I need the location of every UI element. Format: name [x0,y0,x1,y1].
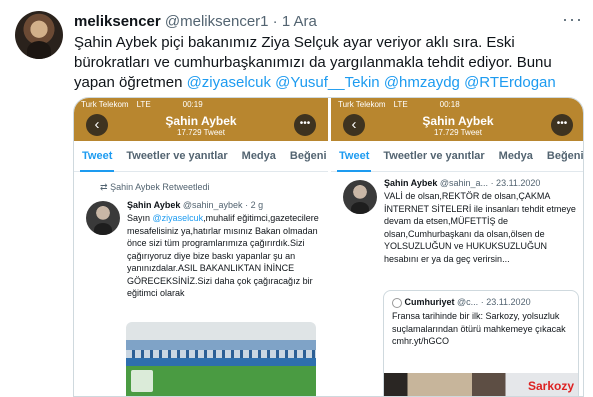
status-bar: Turk Telekom LTE 00:18 [331,98,583,111]
carrier-label: Turk Telekom [338,100,386,109]
profile-banner: ‹ Şahin Aybek 17.729 Tweet ••• [331,111,583,141]
tab-likes[interactable]: Beğeni [547,150,583,162]
tab-media[interactable]: Medya [242,150,276,162]
retweet-icon: ⇄ [100,182,108,192]
post-greeting: Sayın [127,213,153,223]
tweet-count: 17.729 Tweet [434,128,482,137]
tweet-header: meliksencer @meliksencer1 · 1 Ara [74,13,317,30]
quote-handle[interactable]: @c... [457,297,478,307]
post-handle[interactable]: @sahin_aybek [183,200,243,210]
display-name[interactable]: meliksencer [74,13,161,30]
tab-tweets-replies[interactable]: Tweetler ve yanıtlar [126,150,227,162]
tab-likes[interactable]: Beğeni [290,150,327,162]
profile-tabs: Tweet Tweetler ve yanıtlar Medya Beğeni [74,141,328,172]
post-avatar[interactable] [86,201,120,235]
post-header: Şahin Aybek @sahin_aybek · 2 g [127,200,263,210]
mention-ziyaselcuk[interactable]: @ziyaselcuk [187,74,271,91]
quote-date: · 23.11.2020 [480,297,531,307]
post-header: Şahin Aybek @sahin_a... · 23.11.2020 [384,178,540,188]
separator-dot: · [272,13,278,30]
mention-rterdogan[interactable]: @RTErdogan [464,74,556,91]
quote-text: Fransa tarihinde bir ilk: Sarkozy, yolsu… [392,311,566,346]
quote-header: Cumhuriyet @c... · 23.11.2020 [392,297,531,308]
status-bar: Turk Telekom LTE 00:19 [74,98,328,111]
post-text: Sayın @ziyaselcuk,muhalif eğitimci,gazet… [127,212,323,300]
profile-tabs: Tweet Tweetler ve yanıtlar Medya Beğeni [331,141,583,172]
tweet-text: Şahin Aybek piçi bakanımız Ziya Selçuk a… [74,33,584,93]
cumhuriyet-logo-icon [392,297,402,308]
tweet-media[interactable]: Turk Telekom LTE 00:19 ‹ Şahin Aybek 17.… [73,97,584,397]
screenshot-left[interactable]: Turk Telekom LTE 00:19 ‹ Şahin Aybek 17.… [74,98,328,396]
carrier-label: Turk Telekom [81,100,129,109]
back-arrow-icon[interactable]: ‹ [86,114,108,136]
tab-tweet[interactable]: Tweet [336,150,372,172]
post-author[interactable]: Şahin Aybek [127,200,180,210]
quoted-tweet[interactable]: Cumhuriyet @c... · 23.11.2020 Fransa tar… [383,290,579,396]
post-date: · 23.11.2020 [490,178,541,188]
post-image[interactable] [126,322,316,396]
tab-tweets-replies[interactable]: Tweetler ve yanıtlar [383,150,484,162]
clock-label: 00:18 [439,100,460,109]
post-body: ,muhalif eğitimci,gazetecilere mesafelis… [127,213,319,298]
profile-banner: ‹ Şahin Aybek 17.729 Tweet ••• [74,111,328,141]
tab-tweet[interactable]: Tweet [79,150,115,172]
post-avatar[interactable] [343,180,377,214]
back-arrow-icon[interactable]: ‹ [343,114,365,136]
mention-yusuf-tekin[interactable]: @Yusuf__Tekin [275,74,379,91]
tweet-count: 17.729 Tweet [177,128,225,137]
network-label: LTE [393,100,408,109]
quote-image[interactable] [384,373,578,396]
screenshot-right[interactable]: Turk Telekom LTE 00:18 ‹ Şahin Aybek 17.… [331,98,583,396]
more-options-icon[interactable]: ··· [562,9,583,30]
retweet-label: ⇄ Şahin Aybek Retweetledi [100,182,209,193]
user-handle[interactable]: @meliksencer1 [165,13,269,30]
more-icon[interactable]: ••• [294,114,316,136]
post-date: · 2 g [245,200,264,210]
mention-hmzaydg[interactable]: @hmzaydg [384,74,460,91]
user-avatar[interactable] [15,11,63,59]
more-icon[interactable]: ••• [551,114,573,136]
post-text: VALİ de olsan,REKTÖR de olsan,ÇAKMA İNTE… [384,191,576,264]
post-author[interactable]: Şahin Aybek [384,178,437,188]
network-label: LTE [136,100,151,109]
quote-author[interactable]: Cumhuriyet [405,297,455,307]
retweet-text: Şahin Aybek Retweetledi [110,182,210,192]
profile-name: Şahin Aybek [165,114,237,128]
post-handle[interactable]: @sahin_a... [440,178,488,188]
clock-label: 00:19 [182,100,203,109]
tab-media[interactable]: Medya [499,150,533,162]
post-mention[interactable]: @ziyaselcuk [153,213,204,223]
tweet-date[interactable]: 1 Ara [282,13,317,30]
profile-name: Şahin Aybek [422,114,494,128]
